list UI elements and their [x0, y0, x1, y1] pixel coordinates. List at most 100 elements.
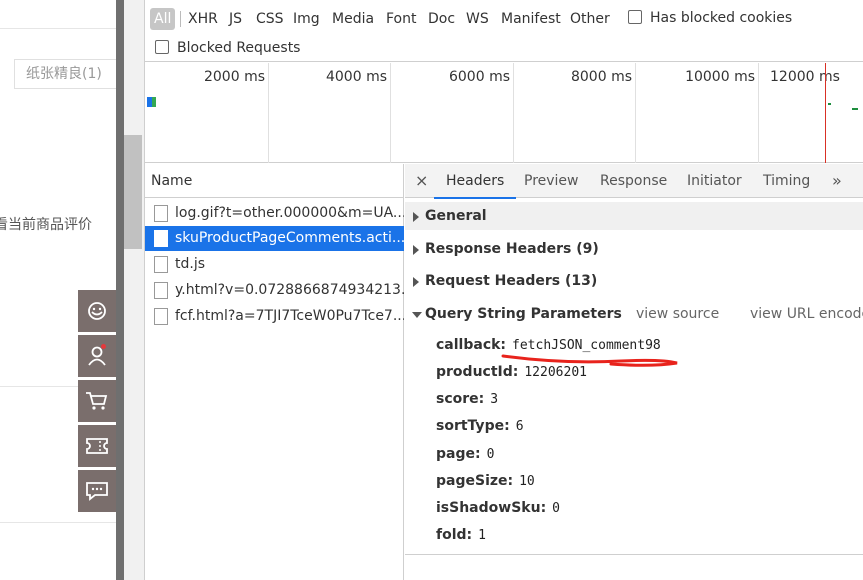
filter-media[interactable]: Media	[332, 8, 374, 30]
notification-dot	[101, 344, 106, 349]
request-row[interactable]: fcf.html?a=7TJI7TceW0Pu7Tce7...	[145, 304, 404, 329]
filter-manifest[interactable]: Manifest	[501, 8, 561, 30]
collapse-triangle-icon	[412, 312, 422, 318]
request-name: td.js	[175, 256, 206, 272]
close-icon[interactable]: ×	[415, 164, 428, 198]
timeline-gridline	[513, 63, 514, 163]
scrollbar-thumb[interactable]	[124, 135, 142, 249]
filter-doc[interactable]: Doc	[428, 8, 455, 30]
query-param-row: sortType: 6	[436, 415, 524, 437]
timeline-tick-label: 6000 ms	[448, 69, 510, 85]
timeline-tick-label: 2000 ms	[203, 69, 265, 85]
query-param-row: productId: 12206201	[436, 361, 587, 383]
section-query-string-parameters[interactable]: Query String Parameters view source view…	[405, 300, 863, 328]
timeline-gridline	[268, 63, 269, 163]
filter-js[interactable]: JS	[229, 8, 242, 30]
timeline-request-bar	[828, 103, 831, 105]
has-blocked-cookies-checkbox[interactable]	[628, 10, 642, 24]
blocked-requests-checkbox[interactable]	[155, 40, 169, 54]
file-icon	[154, 205, 168, 222]
filter-font[interactable]: Font	[386, 8, 416, 30]
request-row[interactable]: y.html?v=0.0728866874934213...	[145, 278, 404, 303]
filter-xhr[interactable]: XHR	[188, 8, 218, 30]
timeline-tick-label: 4000 ms	[325, 69, 387, 85]
request-row[interactable]: log.gif?t=other.000000&m=UA...	[145, 201, 404, 226]
timeline-gridline	[390, 63, 391, 163]
query-param-row: pageSize: 10	[436, 470, 535, 492]
filter-all[interactable]: All	[150, 8, 176, 30]
query-param-row: score: 3	[436, 388, 498, 410]
expand-triangle-icon	[413, 212, 419, 222]
name-column-header[interactable]: Name	[145, 164, 404, 198]
param-value: fetchJSON_comment98	[512, 338, 661, 353]
section-response-headers[interactable]: Response Headers (9)	[405, 235, 863, 263]
user-icon-button[interactable]	[78, 335, 116, 377]
filter-css[interactable]: CSS	[256, 8, 284, 30]
param-key: isShadowSku:	[436, 500, 547, 516]
web-page-fragment: 纸张精良(1) 看当前商品评价	[0, 0, 116, 580]
view-source-link[interactable]: view source	[636, 300, 719, 328]
tab-response[interactable]: Response	[600, 164, 667, 198]
param-value: 10	[519, 474, 535, 489]
query-param-row: page: 0	[436, 443, 494, 465]
filter-other[interactable]: Other	[570, 8, 610, 30]
param-value: 0	[486, 447, 495, 462]
timeline-gridline	[635, 63, 636, 163]
cart-icon-button[interactable]	[78, 380, 116, 422]
review-tag[interactable]: 纸张精良(1)	[14, 59, 116, 89]
expand-triangle-icon	[413, 277, 419, 287]
chat-icon	[86, 482, 108, 501]
query-param-row: fold: 1	[436, 524, 486, 546]
page-scrollbar[interactable]	[116, 0, 144, 580]
ticket-icon-button[interactable]	[78, 425, 116, 467]
section-title: General	[425, 208, 487, 224]
smile-icon-button[interactable]	[78, 290, 116, 332]
section-title: Query String Parameters	[425, 306, 622, 322]
request-row[interactable]: td.js	[145, 252, 404, 277]
timeline-overview[interactable]: 2000 ms 4000 ms 6000 ms 8000 ms 10000 ms…	[145, 63, 863, 163]
param-value: 1	[478, 528, 486, 543]
tab-headers[interactable]: Headers	[433, 164, 517, 199]
has-blocked-cookies-label: Has blocked cookies	[650, 10, 793, 26]
divider	[405, 554, 863, 555]
more-tabs-icon[interactable]: »	[832, 164, 842, 198]
section-general[interactable]: General	[405, 202, 863, 230]
param-value: 12206201	[524, 365, 587, 380]
load-event-marker	[825, 63, 826, 163]
timeline-request-bar	[852, 108, 858, 110]
tab-timing[interactable]: Timing	[763, 164, 810, 198]
divider	[0, 28, 116, 29]
timeline-request-bar	[152, 97, 156, 107]
tab-initiator[interactable]: Initiator	[687, 164, 742, 198]
view-url-encoded-link[interactable]: view URL encoded	[750, 300, 863, 328]
request-row-selected[interactable]: skuProductPageComments.acti...	[145, 226, 404, 251]
request-name: skuProductPageComments.acti...	[175, 230, 404, 246]
blocked-requests-label: Blocked Requests	[177, 40, 301, 56]
detail-tabs: × Headers Preview Response Initiator Tim…	[405, 164, 863, 199]
section-request-headers[interactable]: Request Headers (13)	[405, 267, 863, 295]
request-list: Name log.gif?t=other.000000&m=UA... skuP…	[145, 164, 404, 580]
param-value: 0	[552, 501, 560, 516]
file-icon	[154, 308, 168, 325]
document-file-icon	[154, 282, 168, 299]
review-hint-text: 看当前商品评价	[0, 217, 92, 233]
filter-img[interactable]: Img	[293, 8, 320, 30]
filter-ws[interactable]: WS	[466, 8, 489, 30]
smile-icon	[88, 302, 106, 320]
timeline-tick-label: 8000 ms	[570, 69, 632, 85]
ticket-icon	[86, 438, 108, 454]
param-key: page:	[436, 446, 481, 462]
scrollbar-rail	[116, 0, 124, 580]
filter-separator	[180, 11, 181, 27]
section-title: Request Headers (13)	[425, 273, 598, 289]
cart-icon	[86, 392, 108, 410]
chat-icon-button[interactable]	[78, 470, 116, 512]
expand-triangle-icon	[413, 245, 419, 255]
file-icon	[154, 230, 168, 247]
devtools-network-panel: All XHR JS CSS Img Media Font Doc WS Man…	[144, 0, 863, 580]
request-name: y.html?v=0.0728866874934213...	[175, 282, 404, 298]
tab-preview[interactable]: Preview	[524, 164, 579, 198]
param-value: 3	[490, 392, 499, 407]
param-key: pageSize:	[436, 473, 514, 489]
param-value: 6	[515, 419, 524, 434]
